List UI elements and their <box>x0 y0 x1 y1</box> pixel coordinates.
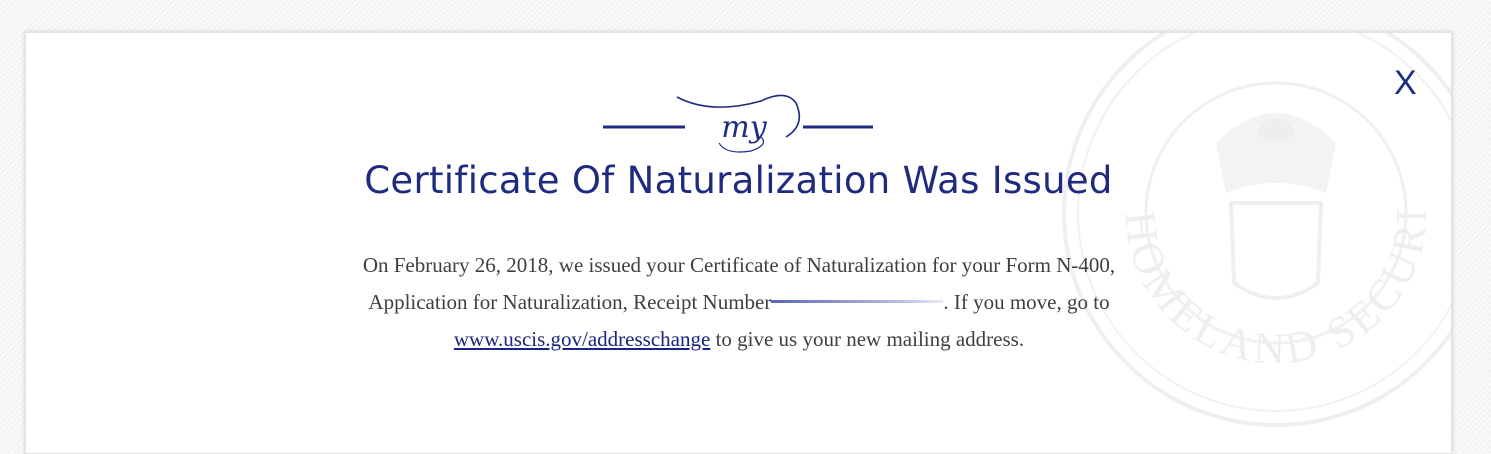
close-icon: X <box>1394 64 1417 102</box>
address-change-link[interactable]: www.uscis.gov/addresschange <box>454 327 710 351</box>
page-title: Certificate Of Naturalization Was Issued <box>364 159 1113 202</box>
my-uscis-logo: my <box>603 94 873 153</box>
case-status-message: On February 26, 2018, we issued your Cer… <box>319 247 1159 358</box>
dhs-seal-watermark-icon: HOMELAND SECURITY <box>1056 33 1451 427</box>
close-button[interactable]: X <box>1394 63 1417 103</box>
logo-text: my <box>721 110 767 145</box>
message-text-part-3: to give us your new mailing address. <box>710 327 1025 351</box>
case-status-card: HOMELAND SECURITY X my Certificate Of Na… <box>25 32 1452 454</box>
message-text-part-2: . If you move, go to <box>943 290 1110 314</box>
redacted-receipt-number <box>771 300 944 303</box>
